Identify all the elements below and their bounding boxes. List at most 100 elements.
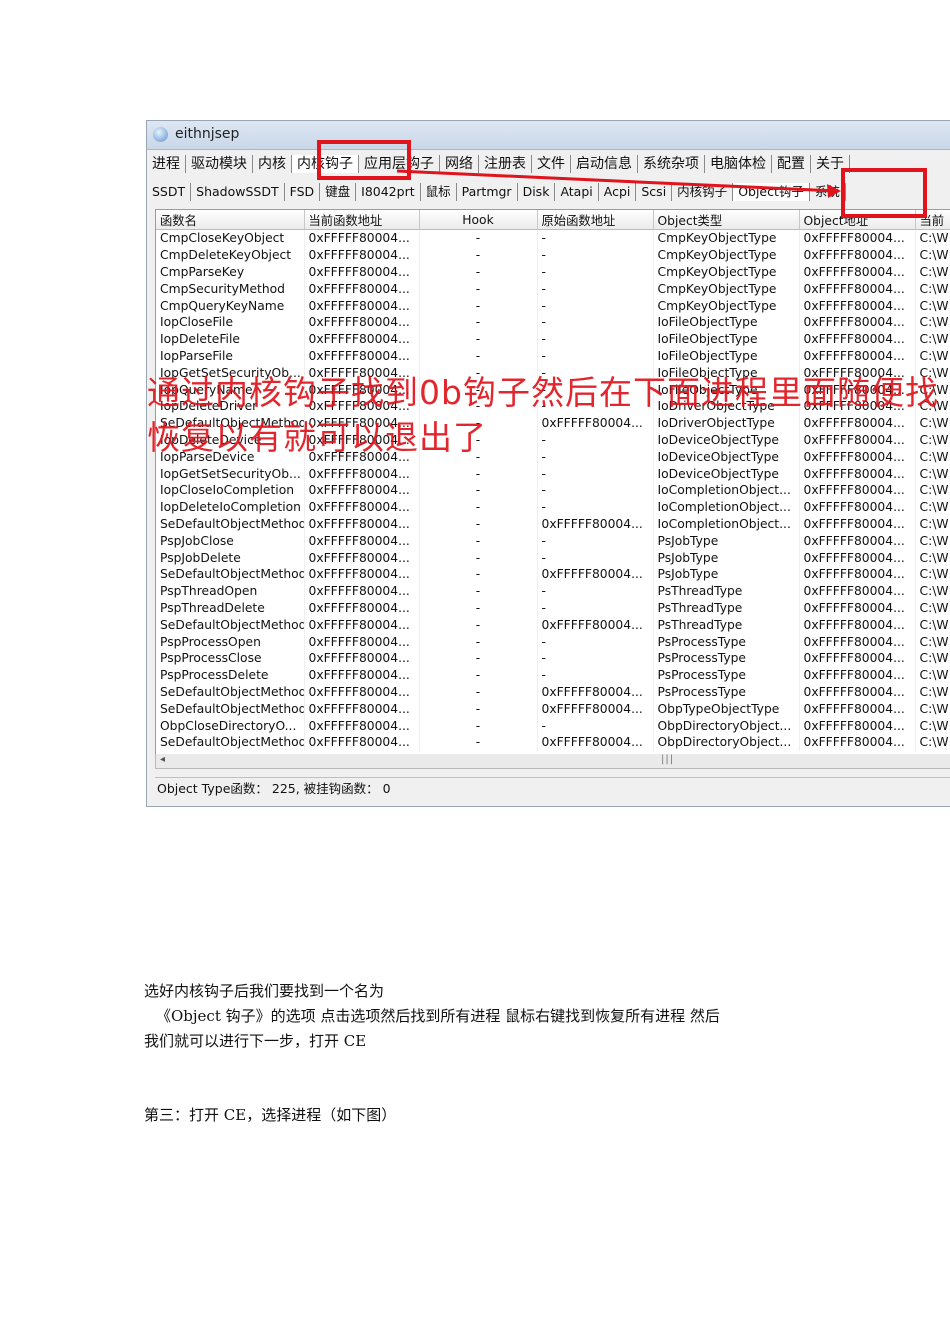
tab-sub-1[interactable]: ShadowSSDT: [191, 183, 285, 201]
table-row[interactable]: ObpCloseDirectoryO... 0xFFFFF80004... - - Ob…: [156, 717, 950, 734]
table-cell: CmpDeleteKeyObject: [156, 246, 305, 264]
table-cell: ObpDirectoryObject...: [653, 733, 800, 751]
table-row[interactable]: PspJobClose 0xFFFFF80004... - - PsJobType 0xF…: [156, 532, 950, 550]
paragraph-2: 《Object 钩子》的选项 点击选项然后找到所有进程 鼠标右键找到恢复所有进程…: [156, 1007, 720, 1025]
table-row[interactable]: IopCloseFile 0xFFFFF80004... - - IoFileObjec…: [156, 313, 950, 331]
table-row[interactable]: SeDefaultObjectMethod 0xFFFFF80004... -0xF…: [156, 683, 950, 701]
table-cell: C:\W: [915, 549, 950, 566]
table-cell: C:\W: [915, 297, 950, 314]
table-row[interactable]: IopParseFile 0xFFFFF80004... - - IoFileObjec…: [156, 347, 950, 365]
tab-sub-4[interactable]: I8042prt: [356, 183, 421, 201]
table-cell: PsJobType: [653, 565, 800, 583]
tab-main-11[interactable]: 配置: [772, 155, 811, 173]
table-row[interactable]: CmpDeleteKeyObject 0xFFFFF80004... - - CmpKe…: [156, 246, 950, 264]
table-row[interactable]: SeDefaultObjectMethod 0xFFFFF80004... -0xF…: [156, 515, 950, 533]
tab-sub-2[interactable]: FSD: [285, 183, 321, 201]
table-cell: PspThreadDelete: [156, 599, 305, 617]
tab-sub-8[interactable]: Atapi: [555, 183, 599, 201]
table-cell: C:\W: [915, 700, 950, 718]
table-cell: 0xFFFFF80004...: [304, 599, 420, 617]
table-cell: 0xFFFFF80004...: [799, 313, 916, 331]
table-cell: PsJobType: [653, 549, 800, 566]
table-cell: -: [419, 633, 538, 650]
table-cell: IopDeleteIoCompletion: [156, 498, 305, 516]
paragraph-4: 第三：打开 CE，选择进程（如下图）: [144, 1106, 397, 1124]
table-cell: 0xFFFFF80004...: [799, 683, 916, 701]
tab-sub-9[interactable]: Acpi: [599, 183, 637, 201]
table-cell: 0xFFFFF80004...: [304, 666, 420, 684]
table-row[interactable]: IopDeleteFile 0xFFFFF80004... - - IoFileObje…: [156, 330, 950, 348]
table-row[interactable]: SeDefaultObjectMethod 0xFFFFF80004... -0xF…: [156, 733, 950, 751]
table-cell: -: [537, 649, 654, 667]
tab-sub-3[interactable]: 键盘: [320, 183, 357, 201]
tab-sub-0[interactable]: SSDT: [147, 183, 192, 201]
table-row[interactable]: IopCloseIoCompletion 0xFFFFF80004... - - IoC…: [156, 481, 950, 499]
tab-main-0[interactable]: 进程: [147, 155, 186, 173]
table-row[interactable]: CmpParseKey 0xFFFFF80004... - - CmpKeyObject…: [156, 263, 950, 281]
scroll-left-icon[interactable]: ◂: [160, 754, 165, 765]
table-cell: 0xFFFFF80004...: [304, 532, 420, 550]
table-row[interactable]: SeDefaultObjectMethod 0xFFFFF80004... -0xF…: [156, 700, 950, 718]
table-cell: IoDeviceObjectType: [653, 448, 800, 466]
tab-main-10[interactable]: 电脑体检: [705, 155, 772, 173]
tab-main-5[interactable]: 网络: [440, 155, 479, 173]
table-row[interactable]: CmpQueryKeyName 0xFFFFF80004... - - CmpKeyOb…: [156, 297, 950, 314]
table-cell: CmpCloseKeyObject: [156, 229, 305, 247]
table-cell: 0xFFFFF80004...: [537, 414, 654, 432]
table-row[interactable]: PspProcessClose 0xFFFFF80004... - - PsProces…: [156, 649, 950, 667]
column-header-1[interactable]: 当前函数地址: [304, 210, 420, 230]
tab-sub-11[interactable]: 内核钩子: [672, 183, 734, 201]
tab-main-2[interactable]: 内核: [253, 155, 292, 173]
table-row[interactable]: IopDeleteIoCompletion 0xFFFFF80004... - - Io…: [156, 498, 950, 516]
tab-sub-12[interactable]: Object钩子: [733, 183, 810, 201]
table-cell: 0xFFFFF80004...: [799, 229, 916, 247]
table-cell: C:\W: [915, 263, 950, 281]
table-row[interactable]: SeDefaultObjectMethod 0xFFFFF80004... -0xF…: [156, 565, 950, 583]
table-row[interactable]: CmpSecurityMethod 0xFFFFF80004... - - CmpKey…: [156, 280, 950, 298]
tab-main-1[interactable]: 驱动模块: [186, 155, 253, 173]
table-row[interactable]: PspThreadOpen 0xFFFFF80004... - - PsThreadTy…: [156, 582, 950, 600]
table-cell: 0xFFFFF80004...: [799, 347, 916, 365]
table-row[interactable]: IopGetSetSecurityOb... 0xFFFFF80004... - - I…: [156, 465, 950, 482]
tab-main-6[interactable]: 注册表: [479, 155, 532, 173]
table-row[interactable]: PspJobDelete 0xFFFFF80004... - - PsJobType 0x…: [156, 549, 950, 566]
table-cell: C:\W: [915, 448, 950, 466]
table-row[interactable]: PspThreadDelete 0xFFFFF80004... - - PsThread…: [156, 599, 950, 617]
tab-sub-6[interactable]: Partmgr: [457, 183, 518, 201]
column-header-3[interactable]: 原始函数地址: [537, 210, 654, 230]
column-header-4[interactable]: Object类型: [653, 210, 800, 230]
table-cell: SeDefaultObjectMethod: [156, 733, 305, 751]
table-cell: -: [537, 280, 654, 298]
paragraph-1: 选好内核钩子后我们要找到一个名为: [144, 982, 385, 1000]
horizontal-scrollbar[interactable]: ◂ |||: [155, 754, 950, 769]
column-header-2[interactable]: Hook: [419, 210, 538, 230]
table-body: CmpCloseKeyObject 0xFFFFF80004... - - CmpKey…: [156, 229, 950, 751]
column-header-0[interactable]: 函数名: [156, 210, 305, 230]
table-cell: 0xFFFFF80004...: [304, 649, 420, 667]
table-cell: 0xFFFFF80004...: [304, 582, 420, 600]
table-cell: SeDefaultObjectMethod: [156, 515, 305, 533]
table-cell: IoDeviceObjectType: [653, 431, 800, 449]
table-cell: 0xFFFFF80004...: [799, 448, 916, 466]
tab-sub-10[interactable]: Scsi: [636, 183, 673, 201]
table-cell: IopParseFile: [156, 347, 305, 365]
table-cell: 0xFFFFF80004...: [304, 481, 420, 499]
table-cell: C:\W: [915, 280, 950, 298]
table-row[interactable]: SeDefaultObjectMethod 0xFFFFF80004... -0xF…: [156, 616, 950, 634]
table-cell: 0xFFFFF80004...: [304, 330, 420, 348]
table-cell: 0xFFFFF80004...: [799, 633, 916, 650]
table-row[interactable]: PspProcessOpen 0xFFFFF80004... - - PsProcess…: [156, 633, 950, 650]
table-cell: CmpKeyObjectType: [653, 246, 800, 264]
table-row[interactable]: CmpCloseKeyObject 0xFFFFF80004... - - CmpKey…: [156, 229, 950, 247]
table-cell: -: [419, 481, 538, 499]
table-cell: 0xFFFFF80004...: [799, 297, 916, 314]
tab-main-8[interactable]: 启动信息: [571, 155, 638, 173]
table-row[interactable]: PspProcessDelete 0xFFFFF80004... - - PsProce…: [156, 666, 950, 684]
tab-sub-5[interactable]: 鼠标: [421, 183, 457, 201]
table-cell: C:\W: [915, 733, 950, 751]
table-cell: -: [419, 263, 538, 281]
tab-sub-7[interactable]: Disk: [518, 183, 556, 201]
tab-main-9[interactable]: 系统杂项: [638, 155, 705, 173]
scroll-grip-icon[interactable]: |||: [661, 754, 674, 765]
tab-main-7[interactable]: 文件: [532, 155, 571, 173]
